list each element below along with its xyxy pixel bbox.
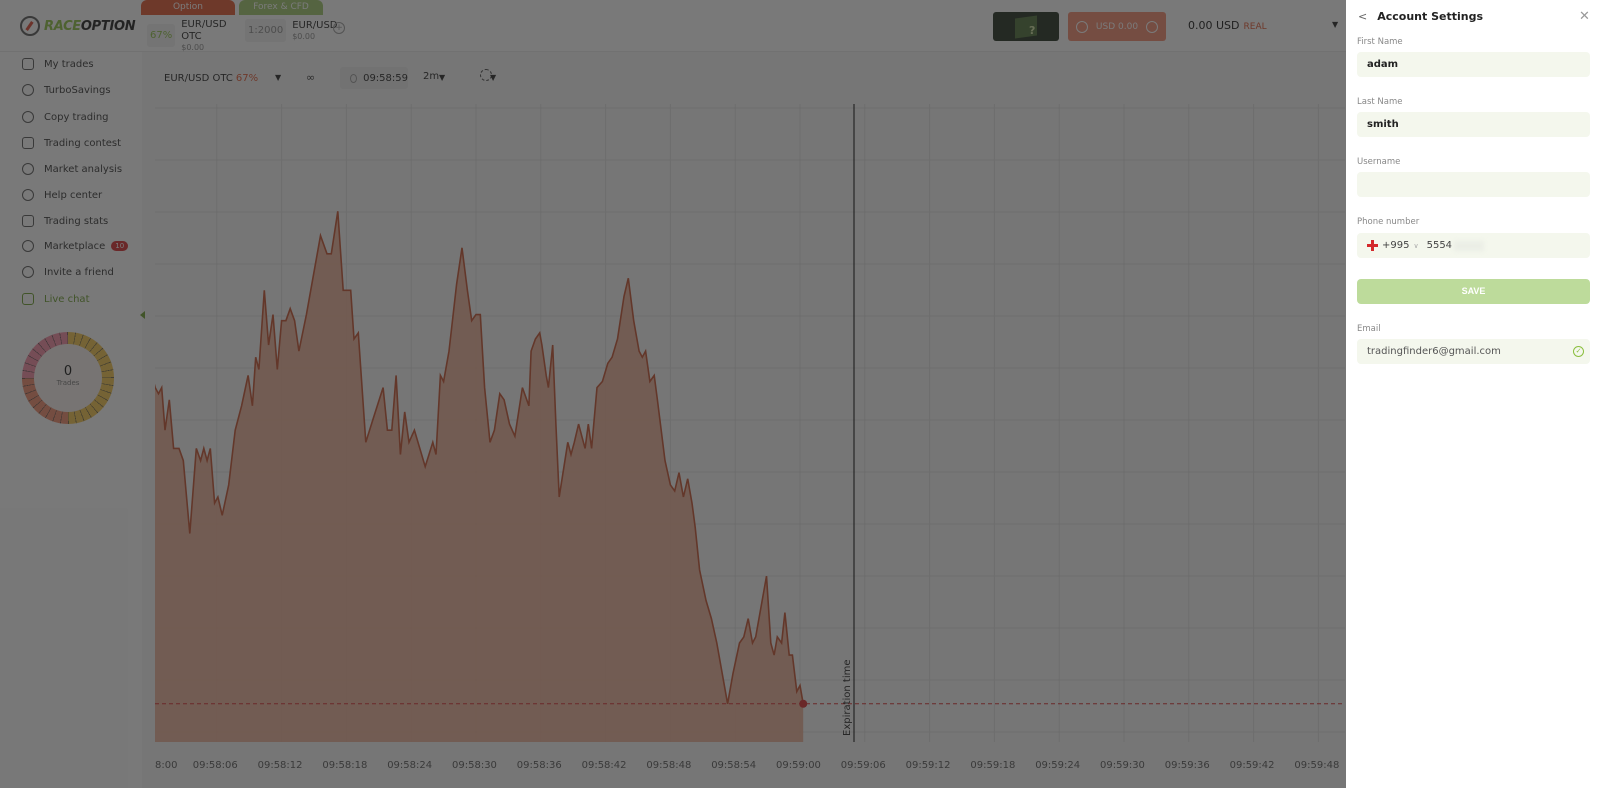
last-name-label: Last Name bbox=[1357, 97, 1403, 107]
verified-check-icon: ✓ bbox=[1573, 346, 1584, 357]
phone-label: Phone number bbox=[1357, 217, 1420, 227]
email-field[interactable]: tradingfinder6@gmail.com ✓ bbox=[1357, 339, 1590, 364]
georgia-flag-icon bbox=[1367, 240, 1378, 251]
username-label: Username bbox=[1357, 157, 1401, 167]
phone-value: 5554 bbox=[1426, 240, 1453, 251]
account-settings-drawer: < Account Settings ✕ First Name adam Las… bbox=[1346, 0, 1600, 788]
back-icon[interactable]: < bbox=[1358, 10, 1367, 23]
save-button[interactable]: SAVE bbox=[1357, 279, 1590, 304]
close-icon[interactable]: ✕ bbox=[1579, 9, 1590, 24]
phone-field[interactable]: +995 ∨ 5554 bbox=[1357, 233, 1590, 258]
username-field[interactable] bbox=[1357, 172, 1590, 197]
email-value: tradingfinder6@gmail.com bbox=[1367, 346, 1501, 357]
first-name-field[interactable]: adam bbox=[1357, 52, 1590, 77]
modal-backdrop[interactable] bbox=[0, 0, 1346, 788]
first-name-label: First Name bbox=[1357, 37, 1403, 47]
last-name-field[interactable]: smith bbox=[1357, 112, 1590, 137]
chevron-down-icon[interactable]: ∨ bbox=[1413, 242, 1418, 250]
drawer-title: Account Settings bbox=[1377, 10, 1484, 23]
email-label: Email bbox=[1357, 324, 1381, 334]
country-code[interactable]: +995 bbox=[1382, 240, 1409, 251]
redacted-digits bbox=[1454, 240, 1485, 251]
